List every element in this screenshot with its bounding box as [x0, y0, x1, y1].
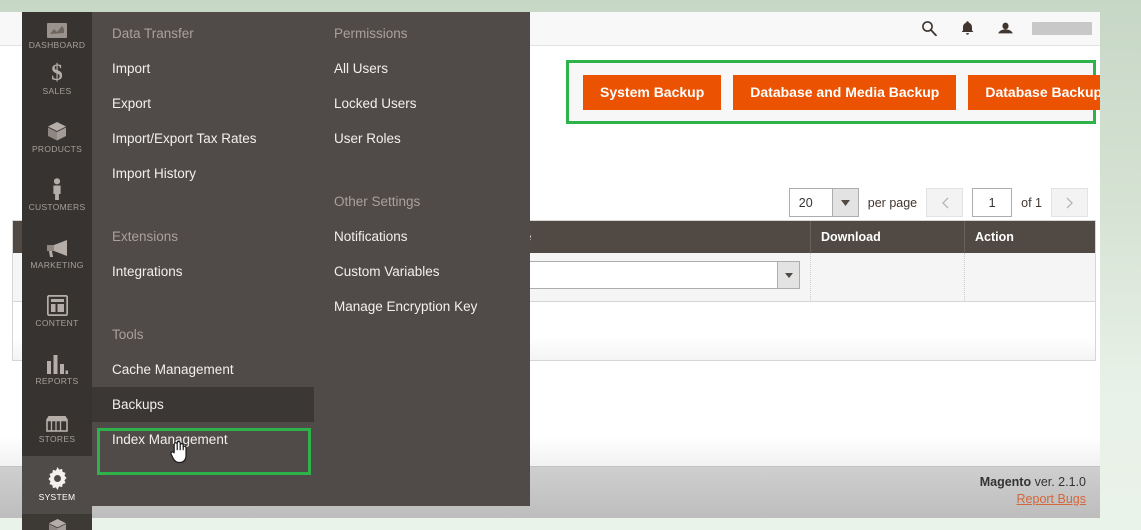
sidebar-item-sales[interactable]: $ SALES: [22, 50, 92, 108]
sidebar-item-label: SYSTEM: [38, 491, 76, 502]
sidebar-item-dashboard[interactable]: DASHBOARD: [22, 12, 92, 50]
report-bugs-link[interactable]: Report Bugs: [1017, 492, 1086, 506]
menu-column-2: Permissions All Users Locked Users User …: [314, 12, 530, 324]
menu-heading-extensions: Extensions: [112, 229, 179, 244]
sidebar-item-marketing[interactable]: MARKETING: [22, 224, 92, 282]
menu-heading-tools: Tools: [112, 327, 144, 342]
menu-spacer: [92, 289, 314, 313]
footer-info: Magento ver. 2.1.0 Report Bugs: [980, 475, 1086, 508]
current-page-input[interactable]: 1: [972, 188, 1013, 217]
version-label: Magento ver. 2.1.0: [980, 475, 1086, 489]
sidebar-item-system[interactable]: SYSTEM: [22, 456, 92, 514]
user-name-redacted: [1032, 21, 1092, 35]
menu-item-index-management[interactable]: Index Management: [92, 422, 314, 457]
menu-heading-permissions: Permissions: [334, 26, 408, 41]
menu-heading-data-transfer: Data Transfer: [112, 26, 194, 41]
notifications-bell-icon[interactable]: [956, 16, 978, 40]
grid-filter-cell-download: [811, 253, 965, 301]
menu-item-notifications[interactable]: Notifications: [314, 219, 530, 254]
database-backup-button[interactable]: Database Backup: [968, 74, 1100, 110]
search-icon[interactable]: [918, 16, 940, 40]
dashboard-icon: [47, 16, 67, 38]
menu-item-cache-management[interactable]: Cache Management: [92, 352, 314, 387]
menu-item-import-history[interactable]: Import History: [92, 156, 314, 191]
storefront-icon: [45, 410, 69, 432]
grid-filter-cell-action: [965, 253, 1095, 301]
menu-item-user-roles[interactable]: User Roles: [314, 121, 530, 156]
sidebar-item-label: STORES: [38, 433, 76, 444]
header-tools: [918, 16, 1092, 40]
grid-column-action[interactable]: Action: [965, 221, 1095, 253]
sidebar-item-products[interactable]: PRODUCTS: [22, 108, 92, 166]
database-and-media-backup-button[interactable]: Database and Media Backup: [733, 74, 957, 110]
menu-item-manage-encryption-key[interactable]: Manage Encryption Key: [314, 289, 530, 324]
sidebar-item-label: CONTENT: [35, 317, 79, 328]
per-page-select[interactable]: 20: [788, 188, 859, 217]
dollar-icon: $: [49, 60, 65, 84]
system-mega-menu: Data Transfer Import Export Import/Expor…: [92, 12, 530, 506]
sidebar-item-label: MARKETING: [30, 259, 84, 270]
page-actions-toolbar: System Backup Database and Media Backup …: [569, 63, 1100, 121]
menu-item-backups[interactable]: Backups: [92, 387, 314, 422]
brand-name: Magento: [979, 475, 1032, 489]
grid-filter-cell-type: [493, 253, 811, 301]
total-pages-label: of 1: [1021, 195, 1042, 210]
pagination-controls: 20 per page 1 of 1: [788, 188, 1088, 217]
sidebar-item-label: REPORTS: [35, 375, 79, 386]
bar-chart-icon: [46, 352, 68, 374]
box-icon: [46, 120, 68, 142]
menu-item-import-export-tax-rates[interactable]: Import/Export Tax Rates: [92, 121, 314, 156]
sidebar-item-label: DASHBOARD: [28, 39, 86, 50]
previous-page-button[interactable]: [926, 188, 964, 217]
menu-item-all-users[interactable]: All Users: [314, 51, 530, 86]
grid-column-type[interactable]: Type: [493, 221, 811, 253]
version-number: ver. 2.1.0: [1031, 475, 1086, 489]
menu-spacer: [92, 191, 314, 215]
chevron-down-icon: [831, 189, 858, 216]
sidebar-item-customers[interactable]: CUSTOMERS: [22, 166, 92, 224]
extensions-box-icon: [47, 515, 68, 530]
layout-icon: [46, 294, 68, 316]
sidebar-item-label: CUSTOMERS: [28, 201, 86, 212]
person-icon: [50, 177, 64, 200]
admin-sidebar: DASHBOARD $ SALES PRODUCTS CUSTOMERS MAR…: [22, 12, 92, 530]
menu-column-1: Data Transfer Import Export Import/Expor…: [92, 12, 314, 457]
backup-actions-highlight: System Backup Database and Media Backup …: [566, 60, 1100, 124]
chevron-down-icon: [777, 262, 799, 288]
svg-text:$: $: [51, 60, 63, 84]
menu-item-custom-variables[interactable]: Custom Variables: [314, 254, 530, 289]
user-account-icon[interactable]: [994, 16, 1016, 40]
menu-spacer: [314, 156, 530, 180]
next-page-button[interactable]: [1051, 188, 1088, 217]
system-backup-button[interactable]: System Backup: [583, 74, 722, 110]
menu-item-export[interactable]: Export: [92, 86, 314, 121]
sidebar-item-label: PRODUCTS: [31, 143, 83, 154]
megaphone-icon: [45, 236, 69, 258]
sidebar-item-find-partners-extensions[interactable]: FIND PARTNERS & EXTENSIONS: [22, 514, 92, 530]
menu-item-locked-users[interactable]: Locked Users: [314, 86, 530, 121]
sidebar-item-stores[interactable]: STORES: [22, 398, 92, 456]
menu-item-integrations[interactable]: Integrations: [92, 254, 314, 289]
sidebar-item-reports[interactable]: REPORTS: [22, 340, 92, 398]
menu-heading-other-settings: Other Settings: [334, 194, 421, 209]
menu-item-import[interactable]: Import: [92, 51, 314, 86]
per-page-label: per page: [867, 195, 918, 210]
gear-icon: [46, 466, 69, 490]
grid-column-download[interactable]: Download: [811, 221, 965, 253]
sidebar-item-content[interactable]: CONTENT: [22, 282, 92, 340]
per-page-value: 20: [798, 195, 813, 210]
grid-filter-type-select[interactable]: [503, 261, 800, 289]
sidebar-item-label: SALES: [42, 85, 72, 96]
